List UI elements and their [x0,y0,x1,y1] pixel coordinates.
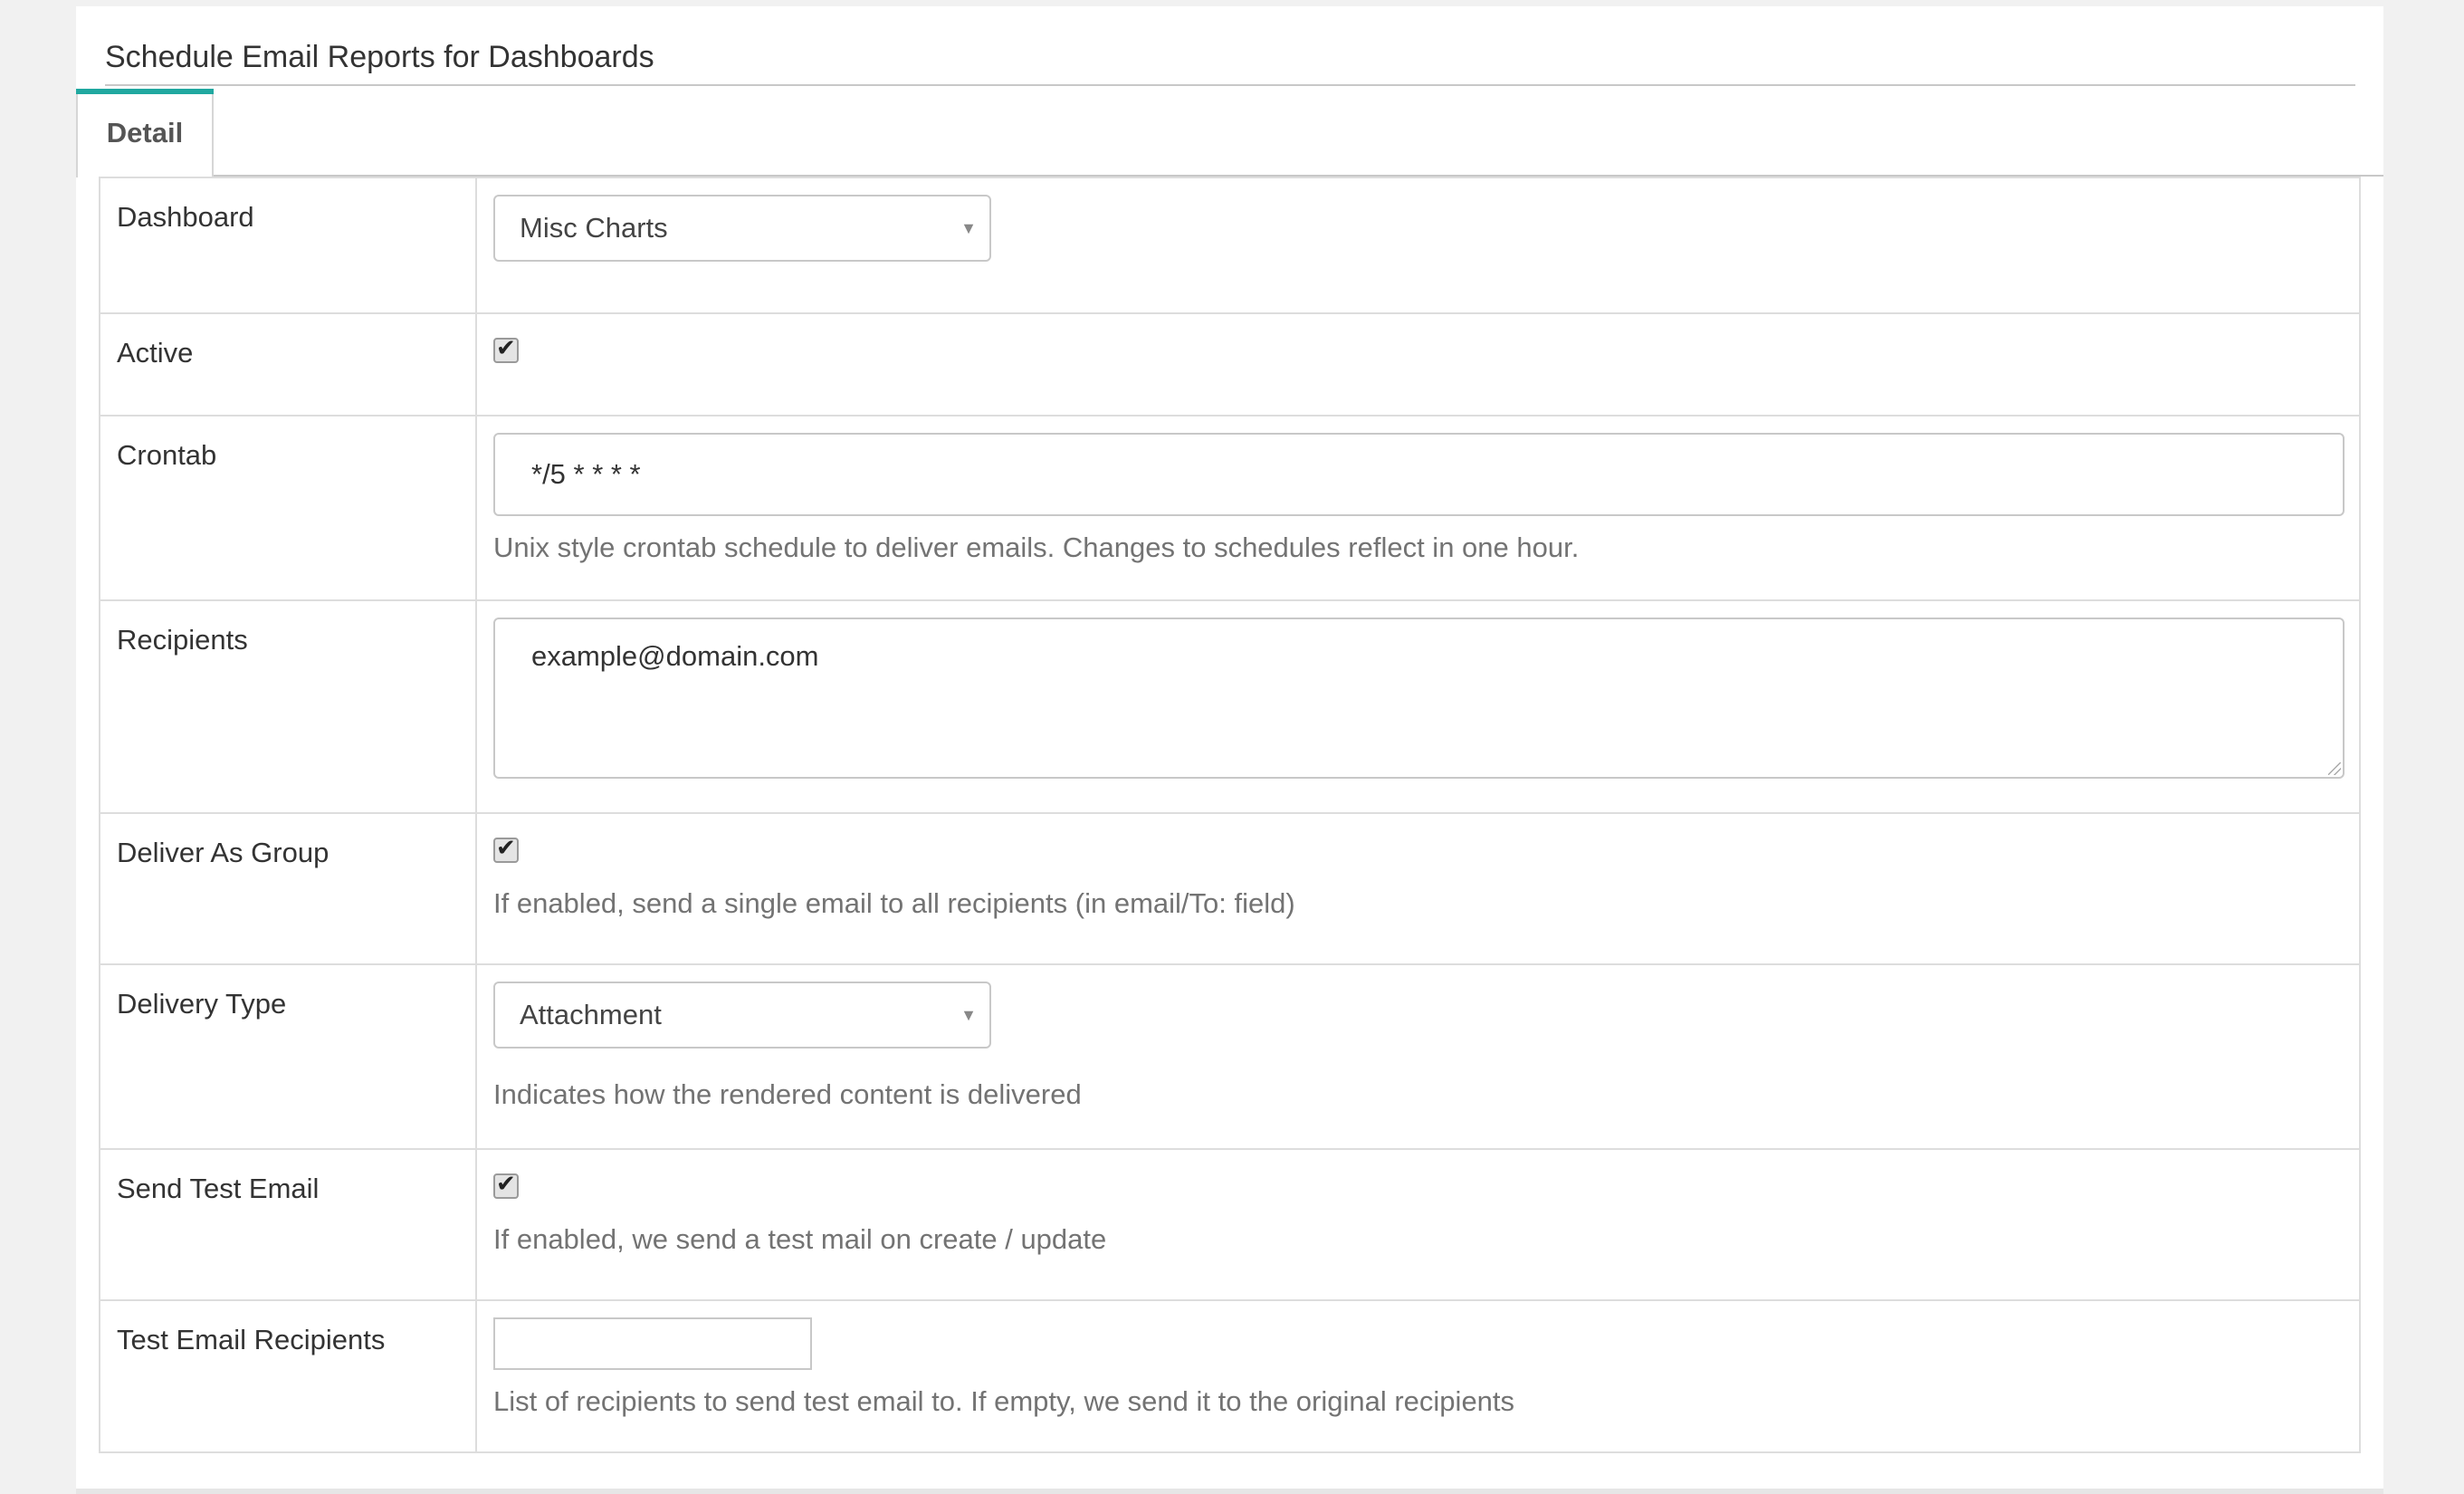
crontab-help-text: Unix style crontab schedule to deliver e… [493,532,1580,563]
deliver-as-group-label: Deliver As Group [99,812,477,965]
caret-down-icon: ▼ [960,219,977,237]
test-email-recipients-input[interactable] [493,1317,812,1370]
active-label: Active [99,312,477,417]
crontab-input[interactable]: */5 * * * * [493,433,2345,516]
row-recipients: Recipients example@domain.com [99,599,2361,814]
row-deliver-as-group: Deliver As Group ✔ If enabled, send a si… [99,812,2361,965]
delivery-type-select-value: Attachment [520,999,662,1030]
dashboard-label: Dashboard [99,177,477,314]
send-test-email-label: Send Test Email [99,1148,477,1301]
deliver-as-group-checkbox[interactable]: ✔ [493,835,519,863]
page-title: Schedule Email Reports for Dashboards [105,34,2355,86]
delivery-type-help-text: Indicates how the rendered content is de… [493,1078,1082,1110]
schedule-panel: Schedule Email Reports for Dashboards De… [76,6,2383,1494]
resize-grip-icon[interactable] [2328,762,2341,775]
row-crontab: Crontab */5 * * * * Unix style crontab s… [99,415,2361,601]
checkmark-icon: ✔ [496,1171,516,1198]
deliver-as-group-help-text: If enabled, send a single email to all r… [493,887,1295,919]
dashboard-select[interactable]: Misc Charts ▼ [493,195,991,262]
row-test-email-recipients: Test Email Recipients List of recipients… [99,1299,2361,1453]
recipients-label: Recipients [99,599,477,814]
dashboard-select-value: Misc Charts [520,212,668,244]
crontab-label: Crontab [99,415,477,601]
row-dashboard: Dashboard Misc Charts ▼ [99,177,2361,314]
row-send-test-email: Send Test Email ✔ If enabled, we send a … [99,1148,2361,1301]
caret-down-icon: ▼ [960,1006,977,1024]
tab-detail[interactable]: Detail [76,89,214,177]
tab-bar: Detail [76,89,2383,177]
delivery-type-select[interactable]: Attachment ▼ [493,982,991,1049]
send-test-email-help-text: If enabled, we send a test mail on creat… [493,1223,1107,1255]
checkmark-icon: ✔ [496,335,516,362]
delivery-type-label: Delivery Type [99,963,477,1150]
test-email-recipients-label: Test Email Recipients [99,1299,477,1453]
checkmark-icon: ✔ [496,835,516,862]
row-delivery-type: Delivery Type Attachment ▼ Indicates how… [99,963,2361,1150]
recipients-value: example@domain.com [531,640,819,672]
send-test-email-checkbox[interactable]: ✔ [493,1171,519,1199]
test-email-recipients-help-text: List of recipients to send test email to… [493,1385,1515,1417]
active-checkbox[interactable]: ✔ [493,335,519,363]
detail-form-table: Dashboard Misc Charts ▼ Active ✔ Crontab… [99,177,2361,1453]
row-active: Active ✔ [99,312,2361,417]
recipients-textarea[interactable]: example@domain.com [493,618,2345,779]
